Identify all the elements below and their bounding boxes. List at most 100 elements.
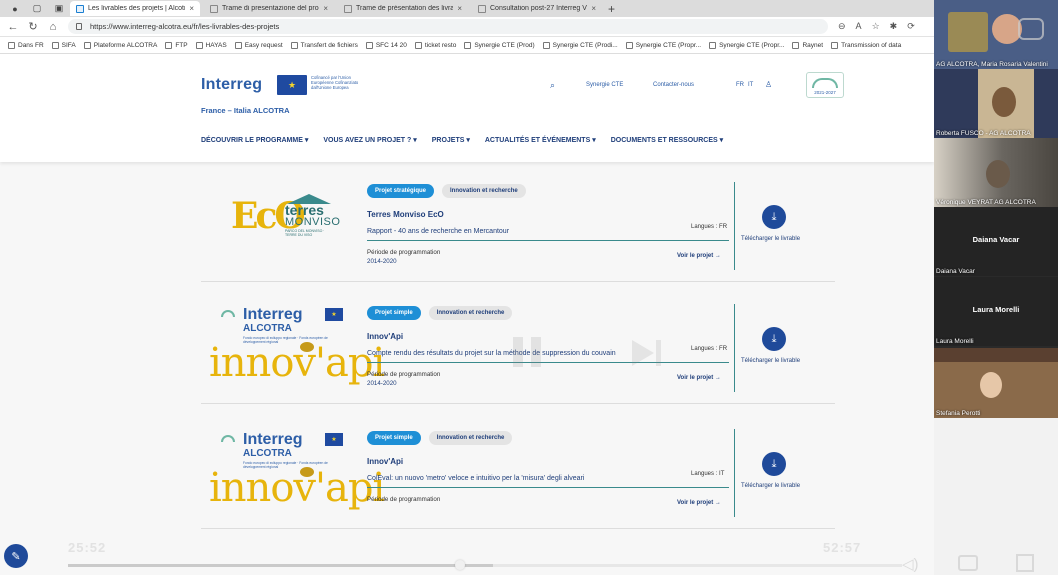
fullscreen-icon[interactable]	[1016, 554, 1034, 572]
project-title[interactable]: Innov'Api	[367, 457, 403, 466]
participant-name: Véronique VEYRAT AG ALCOTRA	[936, 199, 1036, 206]
reload-icon[interactable]: ↻	[26, 20, 40, 33]
new-tab-button[interactable]: +	[608, 2, 615, 16]
menu-item[interactable]: VOUS AVEZ UN PROJET ? ▾	[323, 136, 416, 144]
bookmark-item[interactable]: HAYAS	[195, 41, 227, 49]
programme-badge: 2021-2027	[806, 72, 844, 98]
project-type-tag[interactable]: Projet simple	[367, 431, 421, 445]
view-project-link[interactable]: Voir le projet →	[677, 375, 721, 381]
project-logo[interactable]: Interreg ★ ALCOTRA Fondo europeo di svilupp…	[201, 407, 385, 529]
download-icon[interactable]: ⤓	[762, 205, 786, 229]
bookmark-item[interactable]: Synergie CTE (Prodi...	[542, 41, 618, 49]
bookmark-item[interactable]: Synergie CTE (Prod)	[464, 41, 535, 49]
tab-close-icon[interactable]: ×	[591, 4, 596, 13]
progress-bar[interactable]	[68, 564, 902, 567]
contact-link[interactable]: Contacter-nous	[653, 82, 694, 88]
bookmark-item[interactable]: Raynet	[792, 41, 823, 49]
menu-item[interactable]: PROJETS ▾	[432, 136, 470, 144]
profile-icon[interactable]: ●	[8, 2, 22, 16]
project-title[interactable]: Innov'Api	[367, 332, 403, 341]
subtitles-icon[interactable]	[958, 555, 978, 571]
back-icon[interactable]: ←	[6, 21, 20, 33]
participant-tile[interactable]: Roberta FUSCO - AG ALCOTRA	[934, 69, 1058, 138]
eu-flag-icon: ★	[325, 308, 343, 321]
project-type-tag[interactable]: Projet stratégique	[367, 184, 435, 198]
deliverable-description: ColEval: un nuovo 'metro' veloce e intui…	[367, 475, 585, 482]
lang-it[interactable]: IT	[748, 82, 753, 88]
synergie-link[interactable]: Synergie CTE	[586, 82, 623, 88]
project-type-tag[interactable]: Projet simple	[367, 306, 421, 320]
view-project-label: Voir le projet	[677, 500, 714, 506]
bookmark-item[interactable]: Synergie CTE (Propr...	[625, 41, 701, 49]
video-call-icon[interactable]: ✎	[4, 544, 28, 568]
participant-center-label: Laura Morelli	[972, 305, 1020, 314]
bookmark-label: Easy request	[244, 41, 283, 49]
project-logo[interactable]: Interreg ★ ALCOTRA Fondo europeo di svilupp…	[201, 282, 385, 404]
download-label[interactable]: Télécharger le livrable	[741, 358, 800, 364]
lang-fr[interactable]: FR	[736, 82, 744, 88]
user-icon[interactable]: ♙	[765, 80, 772, 89]
tab-close-icon[interactable]: ×	[189, 4, 194, 13]
language-switcher: FR IT	[736, 82, 753, 88]
bookmark-item[interactable]: Dans FR	[8, 41, 44, 49]
home-icon[interactable]: ⌂	[46, 21, 60, 33]
download-label[interactable]: Télécharger le livrable	[741, 236, 800, 242]
browser-tab[interactable]: Trame de présentation des livrab ×	[338, 1, 468, 16]
bookmark-item[interactable]: Transfert de fichiers	[290, 41, 358, 49]
tab-close-icon[interactable]: ×	[323, 4, 328, 13]
bookmark-icon	[831, 41, 839, 49]
tab-actions-icon[interactable]: ▣	[52, 2, 66, 16]
search-icon[interactable]: ⌕	[550, 80, 555, 91]
bookmark-item[interactable]: FTP	[165, 41, 188, 49]
read-aloud-icon[interactable]: A	[856, 21, 862, 32]
browser-tab[interactable]: Trame di presentazione del proge ×	[204, 1, 334, 16]
panel-background	[934, 418, 1058, 575]
menu-item[interactable]: DÉCOUVRIR LE PROGRAMME ▾	[201, 136, 308, 144]
menu-item[interactable]: ACTUALITÉS ET ÉVÉNEMENTS ▾	[485, 136, 596, 144]
download-icon[interactable]: ⤓	[762, 452, 786, 476]
extensions-icon[interactable]: ✱	[890, 21, 898, 32]
mountain-arc-icon	[812, 78, 838, 88]
interreg-logo[interactable]: Interreg	[201, 76, 262, 94]
divider-vertical	[734, 429, 735, 517]
bookmark-item[interactable]: SFC 14 20	[365, 41, 407, 49]
menu-item[interactable]: DOCUMENTS ET RESSOURCES ▾	[611, 136, 723, 144]
participant-tile[interactable]: Laura Morelli Laura Morelli	[934, 277, 1058, 346]
bookmark-item[interactable]: Easy request	[234, 41, 283, 49]
view-project-link[interactable]: Voir le projet →	[677, 500, 721, 506]
innovapi-logo-text: innov'api	[209, 340, 385, 386]
download-label[interactable]: Télécharger le livrable	[741, 483, 800, 489]
url-field[interactable]: https://www.interreg-alcotra.eu/fr/les-l…	[68, 19, 828, 34]
bookmark-item[interactable]: Plateforme ALCOTRA	[83, 41, 157, 49]
browser-tab[interactable]: Consultation post-27 Interreg VI ×	[472, 1, 602, 16]
participant-tile[interactable]: Stefania Perotti	[934, 348, 1058, 418]
bookmark-icon	[414, 41, 422, 49]
bookmark-item[interactable]: Synergie CTE (Propr...	[709, 41, 784, 49]
view-project-link[interactable]: Voir le projet →	[677, 253, 721, 259]
workspaces-icon[interactable]: ▢	[30, 2, 44, 16]
deliverable-description: Compte rendu des résultats du projet sur…	[367, 350, 616, 357]
tab-close-icon[interactable]: ×	[457, 4, 462, 13]
bookmark-item[interactable]: SIFA	[51, 41, 76, 49]
favorite-star-icon[interactable]: ☆	[872, 21, 880, 32]
participant-tile[interactable]: Daiana Vacar Daiana Vacar	[934, 207, 1058, 276]
zoom-icon[interactable]: ⊖	[838, 21, 846, 32]
address-actions: ⊖ A ☆ ✱ ⟳	[838, 21, 915, 32]
bookmark-item[interactable]: ticket resto	[414, 41, 456, 49]
participant-tile[interactable]: AG ALCOTRA, Maria Rosaria Valentini	[934, 0, 1058, 69]
project-title[interactable]: Terres Monviso EcO	[367, 210, 444, 219]
bookmark-item[interactable]: Transmission of data	[831, 41, 901, 49]
participant-tile[interactable]: Véronique VEYRAT AG ALCOTRA	[934, 138, 1058, 207]
browser-tab[interactable]: Les livrables des projets | Alcotra ×	[70, 1, 200, 16]
project-logo[interactable]: EcOterresMONVISOPARCO DEL MONVISO · TERR…	[201, 160, 361, 282]
eu-flag-icon: ★	[277, 75, 307, 95]
sync-icon[interactable]: ⟳	[907, 21, 915, 32]
theme-tag[interactable]: Innovation et recherche	[428, 306, 513, 320]
theme-tag[interactable]: Innovation et recherche	[442, 184, 526, 198]
bookmark-icon	[542, 41, 550, 49]
period-value: 2014-2020	[367, 258, 397, 265]
download-icon[interactable]: ⤓	[762, 327, 786, 351]
theme-tag[interactable]: Innovation et recherche	[428, 431, 513, 445]
progress-knob[interactable]	[455, 560, 465, 570]
volume-icon[interactable]: ◁)	[902, 555, 919, 573]
